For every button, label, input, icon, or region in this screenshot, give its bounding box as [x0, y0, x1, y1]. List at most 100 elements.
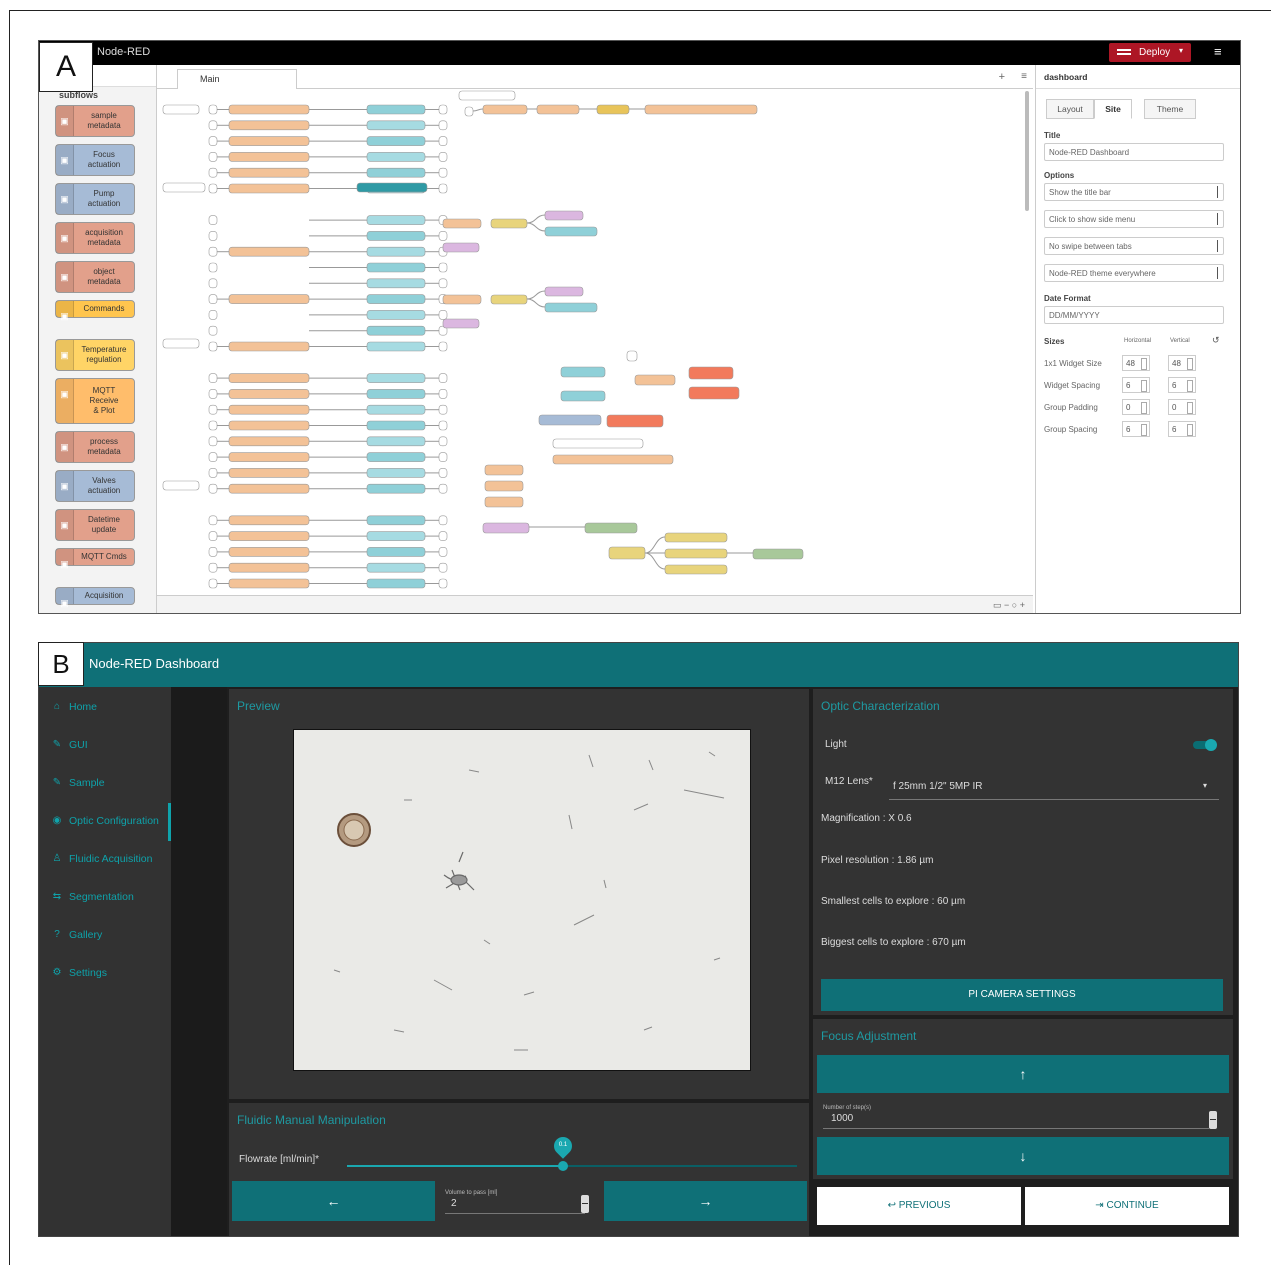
flow-node-inject[interactable]	[208, 436, 218, 447]
focus-up-button[interactable]: ↑	[817, 1055, 1229, 1093]
flow-node-switch[interactable]	[608, 546, 646, 560]
flow-node-link[interactable]	[438, 341, 448, 352]
flow-node-function[interactable]	[484, 464, 524, 476]
flow-node-exec[interactable]	[688, 366, 734, 380]
flow-node-function[interactable]	[228, 562, 310, 573]
flow-node-link[interactable]	[626, 350, 638, 362]
volume-input[interactable]: 2	[451, 1198, 457, 1209]
flow-node-ui[interactable]	[366, 104, 426, 115]
flow-node-inject[interactable]	[208, 215, 218, 225]
flow-node-link[interactable]	[438, 404, 448, 415]
flow-node-ui[interactable]	[366, 262, 426, 273]
palette-node[interactable]: ▣ MQTT Cmds	[55, 548, 135, 569]
flow-node-link[interactable]	[438, 167, 448, 178]
flow-node-link[interactable]	[438, 310, 448, 320]
light-toggle[interactable]	[1193, 739, 1217, 751]
flow-node-ui[interactable]	[366, 578, 426, 589]
flow-node-link[interactable]	[438, 389, 448, 399]
flow-node-function[interactable]	[228, 246, 310, 257]
option-select-title-bar[interactable]: Show the title bar	[1044, 183, 1224, 201]
zoom-controls[interactable]: ▭ − ○ +	[993, 600, 1025, 611]
palette-node[interactable]: ▣ sample metadata	[55, 105, 135, 137]
palette-node[interactable]: ▣ Acquisition	[55, 587, 135, 608]
flow-node-function[interactable]	[228, 547, 310, 557]
flow-backward-button[interactable]: ←	[232, 1181, 435, 1221]
nav-item[interactable]: ◉ Optic Configuration	[39, 803, 171, 841]
title-input[interactable]: Node-RED Dashboard	[1044, 143, 1224, 161]
flow-node-exec[interactable]	[688, 386, 740, 400]
flow-node-ui[interactable]	[366, 167, 426, 178]
flow-node-inject[interactable]	[208, 547, 218, 557]
flow-node-function[interactable]	[536, 104, 580, 115]
flow-node-link[interactable]	[464, 106, 474, 117]
size-horizontal-input[interactable]: 6	[1122, 377, 1150, 393]
size-horizontal-input[interactable]: 6	[1122, 421, 1150, 437]
flow-node-inject[interactable]	[208, 136, 218, 146]
flow-node-ui[interactable]	[366, 562, 426, 573]
palette-node[interactable]: ▣ process metadata	[55, 431, 135, 463]
palette-node[interactable]: ▣ Temperature regulation	[55, 339, 135, 371]
flow-node-ui[interactable]	[366, 404, 426, 415]
flow-node-ui[interactable]	[366, 120, 426, 131]
flow-node-ui[interactable]	[366, 483, 426, 494]
flow-node-link[interactable]	[438, 515, 448, 526]
flow-node-function[interactable]	[228, 578, 310, 589]
flow-node-link[interactable]	[438, 262, 448, 273]
lens-select[interactable]: f 25mm 1/2" 5MP IR	[893, 781, 983, 792]
flow-node-function[interactable]	[228, 483, 310, 494]
flow-node-function[interactable]	[484, 480, 524, 492]
flow-node-inject[interactable]	[208, 183, 218, 194]
nav-item[interactable]: ⚙ Settings	[39, 955, 171, 993]
nav-item[interactable]: ♙ Fluidic Acquisition	[39, 841, 171, 879]
flow-node-function[interactable]	[484, 496, 524, 508]
flow-comment[interactable]	[162, 480, 200, 491]
flow-node-function[interactable]	[228, 341, 310, 352]
flow-node-ui[interactable]	[544, 302, 598, 313]
flow-node-inject[interactable]	[208, 120, 218, 131]
size-horizontal-input[interactable]: 48	[1122, 355, 1150, 371]
flow-node-link[interactable]	[438, 483, 448, 494]
flow-node-ui[interactable]	[544, 210, 584, 221]
flow-node-json[interactable]	[584, 522, 638, 534]
flow-node-ui[interactable]	[366, 373, 426, 383]
flow-node-link[interactable]	[438, 152, 448, 162]
flow-node-function[interactable]	[634, 374, 676, 386]
canvas-scrollbar[interactable]	[1025, 91, 1029, 211]
palette-node[interactable]: ▣ Focus actuation	[55, 144, 135, 176]
previous-button[interactable]: ↩ PREVIOUS	[817, 1187, 1021, 1225]
volume-stepper[interactable]	[581, 1195, 589, 1213]
date-format-input[interactable]: DD/MM/YYYY	[1044, 306, 1224, 324]
flow-node-link[interactable]	[438, 183, 448, 194]
chevron-down-icon[interactable]: ▾	[1203, 781, 1207, 790]
flow-node-inject[interactable]	[208, 515, 218, 526]
option-select-theme[interactable]: Node-RED theme everywhere	[1044, 264, 1224, 282]
flow-node-change[interactable]	[664, 532, 728, 543]
flow-node-ui[interactable]	[442, 318, 480, 329]
flow-node-function[interactable]	[228, 167, 310, 178]
flow-node-link[interactable]	[438, 278, 448, 289]
palette-node[interactable]: ▣ object metadata	[55, 261, 135, 293]
flow-node-function[interactable]	[228, 436, 310, 447]
flow-node-ui[interactable]	[560, 390, 606, 402]
flow-node-function[interactable]	[482, 104, 528, 115]
flow-node-ui[interactable]	[366, 294, 426, 304]
flow-node-ui[interactable]	[366, 531, 426, 541]
flow-node-inject[interactable]	[208, 167, 218, 178]
option-select-swipe[interactable]: No swipe between tabs	[1044, 237, 1224, 255]
palette-node[interactable]: ▣ Commands	[55, 300, 135, 321]
flow-node-link[interactable]	[438, 578, 448, 589]
flow-canvas[interactable]	[157, 89, 1033, 595]
flow-node-ui[interactable]	[366, 436, 426, 447]
flow-node-inject[interactable]	[208, 310, 218, 320]
flow-node-function[interactable]	[228, 389, 310, 399]
flow-node-function[interactable]	[228, 183, 310, 194]
flow-node-function[interactable]	[228, 452, 310, 462]
add-tab-icon[interactable]: +	[999, 71, 1005, 83]
flow-node-change[interactable]	[664, 548, 728, 559]
flow-node-inject[interactable]	[208, 404, 218, 415]
flow-node-link[interactable]	[438, 231, 448, 241]
flow-node-switch[interactable]	[490, 218, 528, 229]
flow-node-ui[interactable]	[366, 152, 426, 162]
flow-node-ui[interactable]	[366, 515, 426, 526]
flow-node-change[interactable]	[664, 564, 728, 575]
